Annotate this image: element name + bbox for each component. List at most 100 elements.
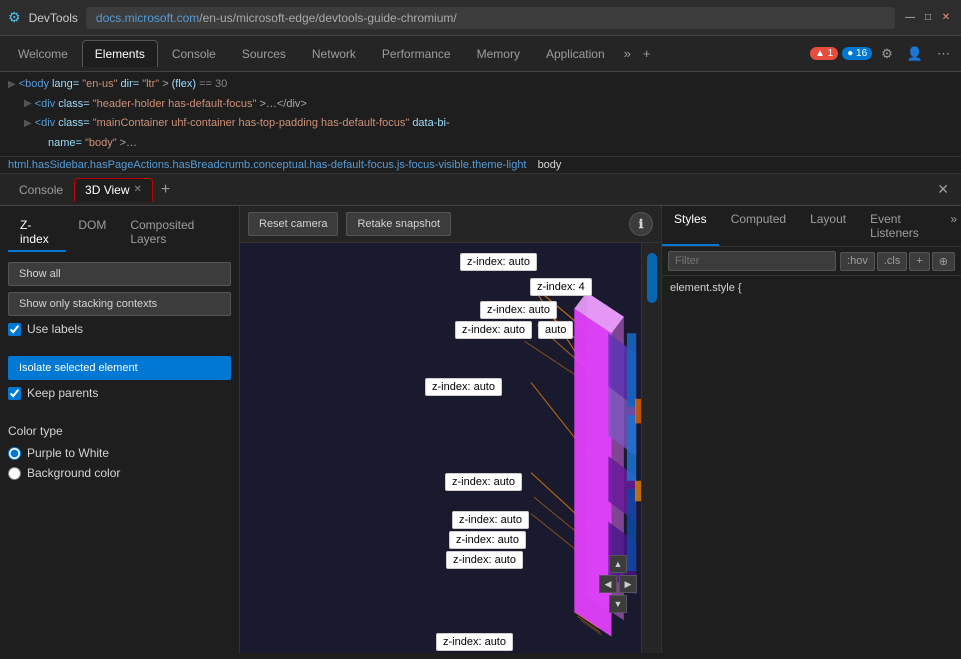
- isolate-selected-button[interactable]: Isolate selected element: [8, 356, 231, 380]
- nav-lr-row: ◀ ▶: [599, 575, 637, 593]
- window-controls: — □ ✕: [903, 11, 953, 25]
- z-label-4: z-index: auto: [455, 321, 532, 339]
- close-button[interactable]: ✕: [939, 11, 953, 25]
- info-badge[interactable]: ● 16: [842, 47, 872, 60]
- purple-to-white-radio[interactable]: [8, 447, 21, 460]
- tab-3d-view[interactable]: 3D View ✕: [74, 178, 153, 202]
- tab-welcome[interactable]: Welcome: [6, 41, 80, 67]
- z-label-9: z-index: auto: [449, 531, 526, 549]
- nav-arrows: ▲ ◀ ▶ ▼: [599, 555, 637, 613]
- minimize-button[interactable]: —: [903, 11, 917, 25]
- filter-buttons: :hov .cls + ⊕: [840, 252, 955, 271]
- maximize-button[interactable]: □: [921, 11, 935, 25]
- sub-tab-dom[interactable]: DOM: [66, 214, 118, 252]
- style-rule-element: element.style {: [670, 282, 953, 294]
- tree-arrow-2[interactable]: ▶: [24, 96, 32, 112]
- styles-tab[interactable]: Styles: [662, 206, 719, 246]
- close-panel-button[interactable]: ✕: [933, 177, 953, 202]
- close-3d-tab-icon[interactable]: ✕: [134, 184, 142, 195]
- hov-button[interactable]: :hov: [840, 252, 875, 271]
- z-label-10: z-index: auto: [446, 551, 523, 569]
- warning-badge[interactable]: ▲ 1: [810, 47, 838, 60]
- z-label-1: z-index: auto: [460, 253, 537, 271]
- tab-application[interactable]: Application: [534, 41, 617, 67]
- nav-left-button[interactable]: ◀: [599, 575, 617, 593]
- address-bar[interactable]: docs.microsoft.com/en-us/microsoft-edge/…: [86, 7, 895, 29]
- styles-tab-bar: Styles Computed Layout Event Listeners »: [662, 206, 961, 247]
- nav-up-button[interactable]: ▲: [609, 555, 627, 573]
- sub-tab-bar: Z-index DOM Composited Layers: [8, 214, 231, 252]
- filter-input[interactable]: [668, 251, 836, 271]
- devtools-tab-bar: Welcome Elements Console Sources Network…: [0, 36, 961, 72]
- html-tree: ▶ <body lang="en-us" dir="ltr" > (flex) …: [0, 72, 961, 157]
- styles-content: element.style {: [662, 276, 961, 300]
- right-tabs-overflow[interactable]: »: [946, 206, 961, 246]
- cls-button[interactable]: .cls: [877, 252, 908, 271]
- tab-sources[interactable]: Sources: [230, 41, 298, 67]
- keep-parents-checkbox[interactable]: [8, 387, 21, 400]
- sub-tab-zindex[interactable]: Z-index: [8, 214, 66, 252]
- settings-icon[interactable]: ⚙: [876, 43, 898, 65]
- layout-tab[interactable]: Layout: [798, 206, 858, 246]
- 3d-visualization[interactable]: z-index: auto z-index: 4 z-index: auto z…: [240, 243, 661, 653]
- keep-parents-label: Keep parents: [27, 386, 98, 400]
- purple-to-white-row: Purple to White: [8, 446, 231, 460]
- main-content-area: Z-index DOM Composited Layers Show all S…: [0, 206, 961, 653]
- vertical-scrollbar[interactable]: [641, 243, 661, 653]
- use-labels-checkbox[interactable]: [8, 323, 21, 336]
- info-button[interactable]: ℹ: [629, 212, 653, 236]
- html-line-3: ▶ <div class="mainContainer uhf-containe…: [8, 114, 953, 134]
- z-label-2: z-index: 4: [530, 278, 592, 296]
- profile-icon[interactable]: 👤: [902, 43, 928, 65]
- tab-overflow-button[interactable]: »: [619, 43, 636, 64]
- show-all-button[interactable]: Show all: [8, 262, 231, 286]
- z-label-5: auto: [538, 321, 573, 339]
- use-labels-row: Use labels: [8, 322, 231, 336]
- tab-memory[interactable]: Memory: [465, 41, 532, 67]
- purple-to-white-label: Purple to White: [27, 446, 109, 460]
- sub-tab-composited[interactable]: Composited Layers: [118, 214, 231, 252]
- computed-tab[interactable]: Computed: [719, 206, 798, 246]
- show-only-stacking-button[interactable]: Show only stacking contexts: [8, 292, 231, 316]
- left-panel: Z-index DOM Composited Layers Show all S…: [0, 206, 240, 653]
- add-inner-tab-button[interactable]: +: [153, 179, 178, 201]
- 3d-view-tab-label: 3D View: [85, 183, 129, 197]
- more-style-button[interactable]: ⊕: [932, 252, 955, 271]
- background-color-radio[interactable]: [8, 467, 21, 480]
- tab-console-inner[interactable]: Console: [8, 178, 74, 202]
- nav-down-button[interactable]: ▼: [609, 595, 627, 613]
- tab-network[interactable]: Network: [300, 41, 368, 67]
- tab-elements[interactable]: Elements: [82, 40, 158, 67]
- tree-arrow-3[interactable]: ▶: [24, 116, 32, 132]
- nav-right-button[interactable]: ▶: [619, 575, 637, 593]
- tab-console[interactable]: Console: [160, 41, 228, 67]
- browser-chrome: ⚙ DevTools docs.microsoft.com/en-us/micr…: [0, 0, 961, 36]
- html-line-2: ▶ <div class="header-holder has-default-…: [8, 95, 953, 115]
- canvas-3d-area: Reset camera Retake snapshot ℹ: [240, 206, 661, 653]
- reset-camera-button[interactable]: Reset camera: [248, 212, 338, 236]
- add-style-button[interactable]: +: [909, 252, 929, 271]
- z-label-11: z-index: auto: [436, 633, 513, 651]
- filter-row: :hov .cls + ⊕: [662, 247, 961, 276]
- html-line-1: ▶ <body lang="en-us" dir="ltr" > (flex) …: [8, 75, 953, 95]
- background-color-label: Background color: [27, 466, 120, 480]
- devtools-toolbar-right: ▲ 1 ● 16 ⚙ 👤 ⋯: [810, 43, 955, 65]
- z-label-7: z-index: auto: [445, 473, 522, 491]
- devtools-title: DevTools: [29, 11, 78, 25]
- more-icon[interactable]: ⋯: [932, 43, 955, 65]
- add-tab-button[interactable]: +: [638, 43, 656, 64]
- z-label-6: z-index: auto: [425, 378, 502, 396]
- browser-favicon: ⚙: [8, 9, 21, 26]
- canvas-and-styles: Reset camera Retake snapshot ℹ: [240, 206, 961, 653]
- 3d-toolbar: Reset camera Retake snapshot ℹ: [240, 206, 661, 243]
- tab-performance[interactable]: Performance: [370, 41, 463, 67]
- event-listeners-tab[interactable]: Event Listeners: [858, 206, 946, 246]
- retake-snapshot-button[interactable]: Retake snapshot: [346, 212, 451, 236]
- use-labels-label: Use labels: [27, 322, 83, 336]
- inner-tab-row: Console 3D View ✕ + ✕: [0, 174, 961, 206]
- 3d-structure-svg: [240, 243, 661, 653]
- tree-arrow-1[interactable]: ▶: [8, 77, 16, 93]
- scroll-thumb[interactable]: [647, 253, 657, 303]
- z-label-3: z-index: auto: [480, 301, 557, 319]
- console-tab-label: Console: [19, 183, 63, 197]
